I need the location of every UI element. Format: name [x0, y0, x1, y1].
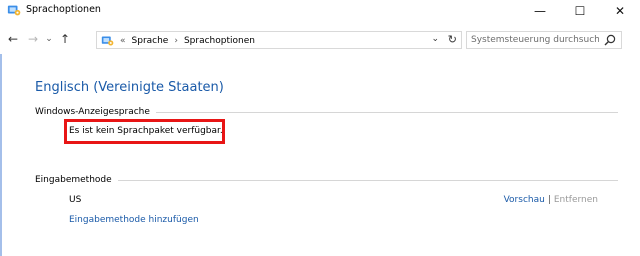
search-input[interactable] [471, 33, 599, 47]
control-panel-icon [7, 5, 21, 16]
control-panel-icon [101, 36, 114, 46]
section-divider [117, 179, 618, 181]
close-button[interactable]: ✕ [601, 0, 639, 22]
maximize-button[interactable]: ☐ [561, 0, 599, 22]
section-divider [155, 111, 618, 113]
close-icon: ✕ [614, 4, 626, 18]
minimize-button[interactable]: — [521, 0, 559, 22]
main-content: Englisch (Vereinigte Staaten) Windows-An… [0, 54, 640, 256]
maximize-icon: ☐ [574, 4, 586, 18]
add-input-method-link[interactable]: Eingabemethode hinzufügen [69, 215, 199, 225]
input-method-section: Eingabemethode [35, 175, 618, 185]
display-language-heading: Windows-Anzeigesprache [35, 107, 150, 117]
title-bar: Sprachoptionen — ☐ ✕ [0, 0, 640, 24]
chevron-down-icon: ⌄ [45, 34, 53, 44]
input-method-name: US [69, 195, 82, 205]
breadcrumb-separator-icon[interactable]: › [174, 36, 178, 46]
address-bar[interactable]: « Sprache › Sprachoptionen ⌄ ↻ [96, 31, 462, 49]
display-language-section: Windows-Anzeigesprache [35, 107, 618, 117]
forward-arrow-icon: → [27, 32, 39, 46]
up-button[interactable]: ↑ [56, 30, 74, 48]
breadcrumb-item-sprachoptionen[interactable]: Sprachoptionen [184, 36, 255, 46]
window-title: Sprachoptionen [26, 4, 101, 15]
preview-link[interactable]: Vorschau [504, 195, 545, 205]
search-box[interactable] [466, 31, 622, 49]
breadcrumb-item-sprache[interactable]: Sprache [132, 36, 169, 46]
input-method-heading: Eingabemethode [35, 175, 112, 185]
address-dropdown-icon[interactable]: ⌄ [431, 34, 439, 44]
up-arrow-icon: ↑ [59, 32, 71, 46]
refresh-icon[interactable]: ↻ [448, 33, 457, 46]
language-title: Englisch (Vereinigte Staaten) [35, 80, 224, 95]
action-separator: | [547, 195, 551, 205]
input-method-actions: Vorschau | Entfernen [504, 195, 598, 205]
display-language-status: Es ist kein Sprachpaket verfügbar. [69, 126, 223, 136]
search-icon[interactable] [603, 33, 617, 47]
back-arrow-icon: ← [7, 32, 19, 46]
breadcrumb-overflow-icon[interactable]: « [120, 36, 126, 46]
remove-link[interactable]: Entfernen [554, 195, 598, 205]
minimize-icon: — [534, 4, 546, 18]
back-button[interactable]: ← [4, 30, 22, 48]
